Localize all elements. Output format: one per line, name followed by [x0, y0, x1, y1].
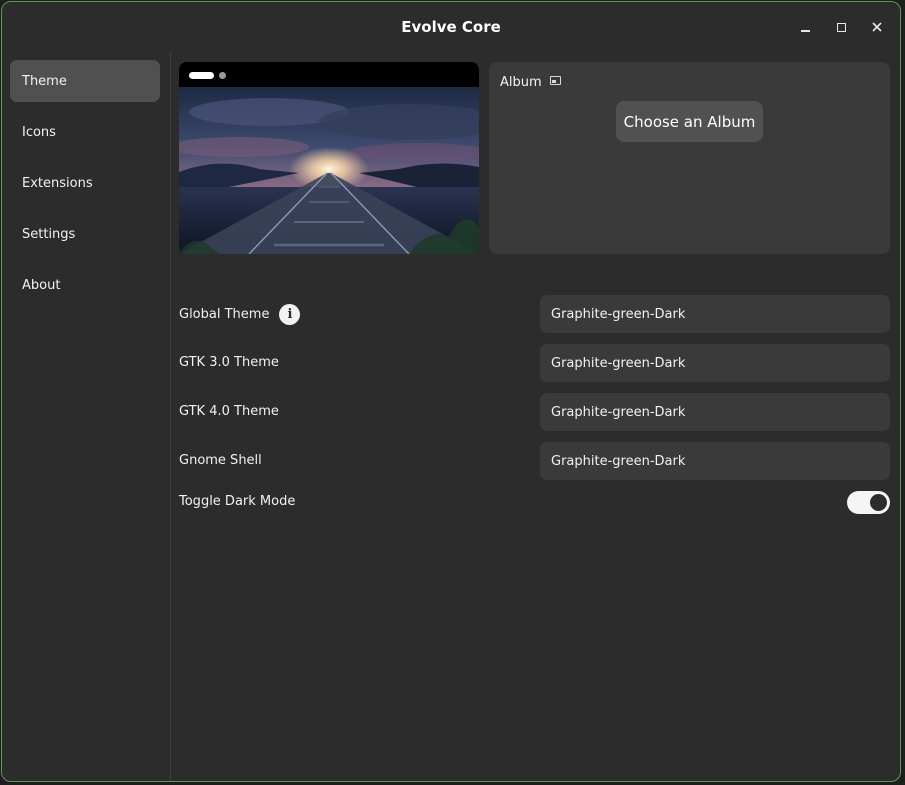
sidebar-item-icons[interactable]: Icons	[10, 111, 160, 153]
gtk3-theme-dropdown[interactable]: Graphite-green-Dark	[540, 344, 890, 382]
window-title: Evolve Core	[401, 18, 501, 36]
minimize-button[interactable]	[794, 16, 816, 38]
wallpaper-image	[179, 87, 479, 254]
gtk4-theme-label: GTK 4.0 Theme	[179, 404, 279, 419]
sidebar-item-label: Extensions	[22, 175, 93, 191]
preview-workspace-dot	[219, 72, 226, 79]
global-theme-value: Graphite-green-Dark	[551, 306, 686, 322]
sidebar-item-label: Theme	[22, 73, 67, 89]
gtk3-theme-label: GTK 3.0 Theme	[179, 355, 279, 370]
gnome-shell-dropdown[interactable]: Graphite-green-Dark	[540, 442, 890, 480]
sidebar-item-about[interactable]: About	[10, 264, 160, 306]
preview-activities-pill	[189, 72, 214, 79]
sidebar-item-label: Settings	[22, 226, 76, 242]
image-icon	[550, 76, 561, 85]
toggle-knob	[870, 494, 887, 511]
gtk4-theme-value: Graphite-green-Dark	[551, 404, 686, 420]
app-window: Evolve Core Theme Icons Extensions Setti…	[1, 1, 901, 782]
titlebar[interactable]: Evolve Core	[2, 2, 900, 52]
dark-mode-label: Toggle Dark Mode	[179, 494, 296, 509]
gnome-shell-label: Gnome Shell	[179, 453, 262, 468]
album-label: Album	[500, 75, 542, 90]
info-icon[interactable]: i	[279, 303, 301, 325]
album-panel: Album Choose an Album	[489, 62, 890, 254]
gtk3-theme-value: Graphite-green-Dark	[551, 355, 686, 371]
sidebar-item-label: About	[22, 277, 61, 293]
sidebar-item-settings[interactable]: Settings	[10, 213, 160, 255]
gnome-shell-value: Graphite-green-Dark	[551, 453, 686, 469]
close-button[interactable]	[866, 16, 888, 38]
maximize-icon	[836, 22, 846, 32]
sidebar-item-label: Icons	[22, 124, 56, 140]
close-icon	[872, 22, 882, 32]
sidebar: Theme Icons Extensions Settings About	[2, 52, 171, 781]
choose-album-button[interactable]: Choose an Album	[616, 101, 763, 142]
global-theme-label-text: Global Theme	[179, 306, 270, 322]
sidebar-item-theme[interactable]: Theme	[10, 60, 160, 102]
gtk4-theme-dropdown[interactable]: Graphite-green-Dark	[540, 393, 890, 431]
global-theme-label: Global Theme i	[179, 303, 301, 325]
preview-topbar	[179, 62, 479, 87]
sidebar-item-extensions[interactable]: Extensions	[10, 162, 160, 204]
maximize-button[interactable]	[830, 16, 852, 38]
minimize-icon	[800, 30, 810, 32]
dark-mode-toggle[interactable]	[847, 491, 890, 514]
wallpaper-preview	[179, 62, 479, 254]
global-theme-dropdown[interactable]: Graphite-green-Dark	[540, 295, 890, 333]
